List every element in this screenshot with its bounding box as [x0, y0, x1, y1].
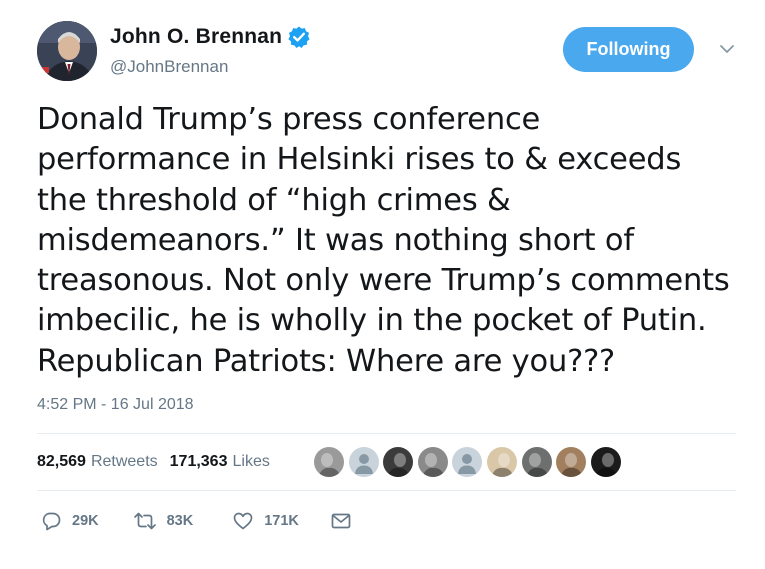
retweet-button[interactable]: 83K [133, 510, 194, 532]
author-name-row: John O. Brennan [110, 25, 311, 49]
likes-label[interactable]: Likes [232, 453, 269, 471]
tweet-actions: 29K 83K 171K [40, 510, 352, 532]
liker-avatar-icon[interactable] [417, 447, 448, 477]
author-handle[interactable]: @JohnBrennan [110, 57, 228, 77]
likes-count[interactable]: 171,363 [170, 453, 228, 471]
reply-button[interactable]: 29K [40, 510, 99, 532]
retweets-count[interactable]: 82,569 [37, 453, 86, 471]
liker-avatar-icon[interactable] [383, 447, 414, 477]
following-button[interactable]: Following [563, 27, 694, 72]
engagement-stats: 82,569 Retweets 171,363 Likes [37, 453, 270, 471]
tweet-text: Donald Trump’s press conference performa… [37, 102, 730, 379]
retweet-icon [133, 510, 157, 532]
reply-icon [40, 510, 62, 532]
like-button[interactable]: 171K [232, 510, 299, 532]
envelope-icon [330, 510, 352, 532]
reply-count: 29K [72, 513, 99, 529]
direct-message-button[interactable] [330, 510, 352, 532]
liker-avatars [314, 447, 625, 477]
verified-badge-icon [287, 25, 311, 49]
default-profile-icon[interactable] [348, 447, 379, 477]
liker-avatar-icon[interactable] [556, 447, 587, 477]
liker-avatar-icon[interactable] [314, 447, 344, 477]
liker-avatar-icon[interactable] [521, 447, 552, 477]
stats-bottom-divider [37, 490, 736, 491]
author-name[interactable]: John O. Brennan [110, 25, 282, 49]
more-options-chevron-icon[interactable] [717, 42, 737, 56]
tweet-timestamp[interactable]: 4:52 PM - 16 Jul 2018 [37, 396, 194, 414]
retweet-count: 83K [166, 513, 194, 529]
like-count: 171K [264, 513, 299, 529]
heart-icon [232, 510, 254, 532]
liker-avatar-icon[interactable] [486, 447, 517, 477]
profile-photo-icon [37, 21, 97, 81]
retweets-label[interactable]: Retweets [91, 453, 158, 471]
stats-top-divider [37, 433, 736, 434]
author-avatar[interactable] [37, 21, 97, 81]
default-profile-icon[interactable] [452, 447, 483, 477]
liker-avatar-icon[interactable] [590, 447, 621, 477]
